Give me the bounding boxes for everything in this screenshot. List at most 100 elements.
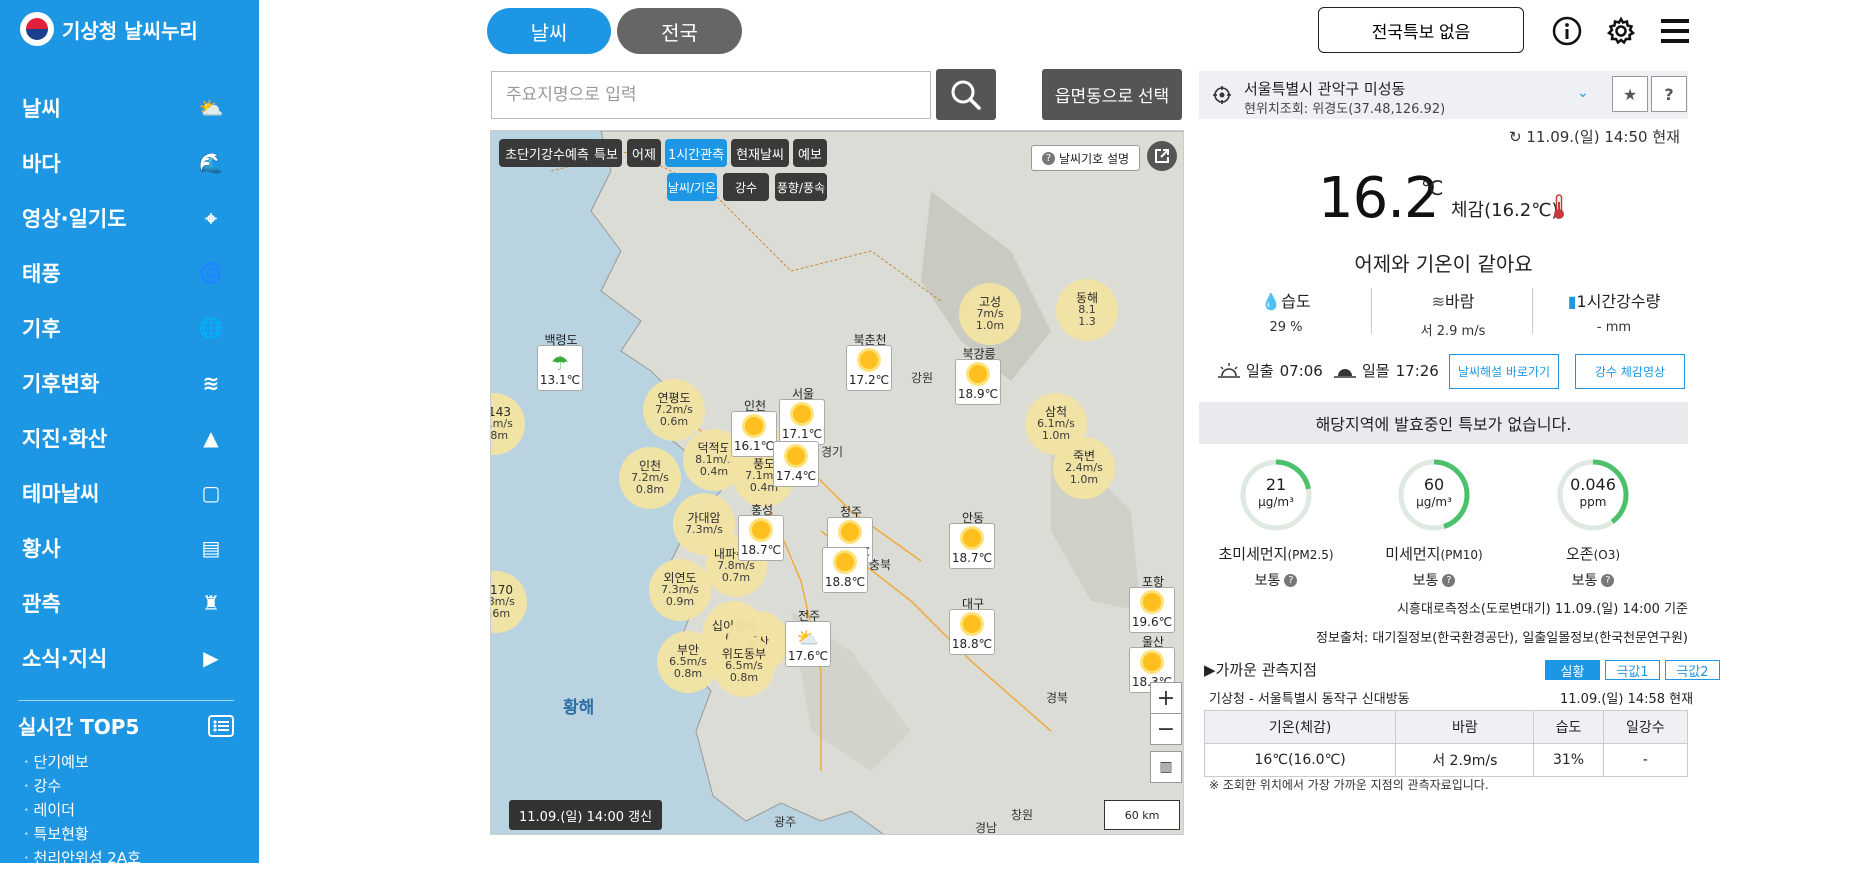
sidebar-item-4[interactable]: 기후 🌐 bbox=[0, 300, 259, 355]
humidity-label: 습도 bbox=[1281, 292, 1311, 311]
question-icon[interactable]: ? bbox=[1284, 573, 1298, 587]
sidebar-item-7[interactable]: 테마날씨 ▢ bbox=[0, 465, 259, 520]
air-quality-gauge: 21 μg/m³ bbox=[1238, 457, 1314, 533]
station-name: 서울 bbox=[791, 387, 815, 401]
search-button[interactable] bbox=[936, 69, 996, 120]
map-tab[interactable]: 예보 bbox=[793, 139, 827, 167]
land-station[interactable]: 17.4℃ bbox=[773, 441, 819, 487]
nationwide-alert-button[interactable]: 전국특보 없음 bbox=[1318, 7, 1524, 53]
external-link-icon[interactable] bbox=[1147, 141, 1177, 171]
sidebar-item-10[interactable]: 소식·지식 ▶ bbox=[0, 630, 259, 685]
sea-station[interactable]: 고성 7m/s 1.0m bbox=[959, 283, 1021, 345]
top5-item[interactable]: · 단기예보 bbox=[18, 750, 234, 774]
tab-nation[interactable]: 전국 bbox=[617, 8, 742, 54]
land-station[interactable]: 북춘천 17.2℃ bbox=[846, 333, 892, 391]
gauge-value: 60 bbox=[1423, 475, 1445, 494]
top5-item[interactable]: · 천리안위성 2A호 bbox=[18, 846, 234, 870]
rain-video-link[interactable]: 강수 체감영상 bbox=[1575, 354, 1685, 389]
tab-weather[interactable]: 날씨 bbox=[487, 8, 611, 54]
land-station[interactable]: 포항 19.6℃ bbox=[1129, 575, 1175, 633]
map-subtab[interactable]: 강수 bbox=[723, 173, 769, 201]
sea-station[interactable]: 죽변 2.4m/s 1.0m bbox=[1053, 437, 1115, 499]
land-station[interactable]: 백령도 ☂ 13.1℃ bbox=[537, 333, 583, 391]
sidebar-item-0[interactable]: 날씨 ⛅ bbox=[0, 80, 259, 135]
nearby-tab[interactable]: 극값1 bbox=[1605, 660, 1660, 680]
region-select-button[interactable]: 읍면동으로 선택 bbox=[1042, 69, 1182, 120]
sidebar-item-3[interactable]: 태풍 🌀 bbox=[0, 245, 259, 300]
sidebar-item-9[interactable]: 관측 ♜ bbox=[0, 575, 259, 630]
land-station[interactable]: 북강릉 18.9℃ bbox=[955, 347, 1001, 405]
question-icon[interactable]: ? bbox=[1601, 573, 1615, 587]
current-location-icon[interactable] bbox=[1213, 86, 1231, 104]
sea-wave: 0.6m bbox=[491, 607, 511, 620]
info-icon[interactable] bbox=[1550, 14, 1584, 48]
map-tab[interactable]: 초단기강수예측 bbox=[499, 139, 595, 167]
top5-item[interactable]: · 특보현황 bbox=[18, 822, 234, 846]
sun-icon bbox=[841, 523, 859, 541]
land-station[interactable]: 안동 18.7℃ bbox=[949, 511, 995, 569]
map-tab[interactable]: 현재날씨 bbox=[731, 139, 789, 167]
land-station[interactable]: 서울 17.1℃ bbox=[779, 387, 825, 445]
nearby-tab[interactable]: 극값2 bbox=[1665, 660, 1720, 680]
location-bar[interactable]: 서울특별시 관악구 미성동 현위치조회: 위경도(37.48,126.92) ⌄… bbox=[1199, 71, 1688, 119]
help-icon[interactable]: ? bbox=[1651, 76, 1687, 112]
menu-icon[interactable] bbox=[1658, 14, 1692, 48]
map-tab[interactable]: 특보 bbox=[590, 139, 622, 167]
weather-symbol-legend-button[interactable]: ? 날씨기호 설명 bbox=[1031, 145, 1141, 171]
sea-station[interactable]: 인천 7.2m/s 0.8m bbox=[619, 447, 681, 509]
land-station[interactable]: 대구 18.8℃ bbox=[949, 597, 995, 655]
nearby-tab[interactable]: 실황 bbox=[1545, 660, 1600, 680]
sidebar-item-5[interactable]: 기후변화 ≋ bbox=[0, 355, 259, 410]
station-temp: 16.1℃ bbox=[733, 439, 775, 453]
realtime-top5: 실시간 TOP5 · 단기예보 · 강수 · 레이더 · 특보현황 · 천리안위성 2A… bbox=[18, 700, 234, 870]
weather-map[interactable]: 강원 경기 충북 경북 경남 광주 창원 황해 고성 7m/s 1.0m 동해 8.1 1… bbox=[490, 130, 1184, 835]
sea-station[interactable]: 동해 8.1 1.3 bbox=[1056, 279, 1118, 341]
star-icon[interactable]: ★ bbox=[1612, 76, 1648, 112]
map-tab[interactable]: 1시간관측 bbox=[665, 139, 727, 167]
logo[interactable]: 기상청 날씨누리 bbox=[20, 12, 198, 46]
table-header: 기온(체감) bbox=[1203, 710, 1397, 744]
sea-station[interactable]: 연평도 7.2m/s 0.6m bbox=[643, 379, 705, 441]
sidebar-item-8[interactable]: 황사 ▤ bbox=[0, 520, 259, 575]
weather-commentary-link[interactable]: 날씨해설 바로가기 bbox=[1449, 354, 1559, 389]
sea-wave: 0.8m bbox=[490, 429, 509, 442]
sea-station[interactable]: 위도동부 6.5m/s 0.8m bbox=[713, 635, 775, 697]
region-label: 경북 bbox=[1046, 691, 1069, 705]
question-icon[interactable]: ? bbox=[1442, 573, 1456, 587]
land-station[interactable]: 전주 ⛅ 17.6℃ bbox=[785, 609, 831, 667]
land-station[interactable]: 홍성 18.7℃ bbox=[738, 503, 784, 561]
rain-label: 1시간강수량 bbox=[1576, 292, 1661, 311]
bag-icon: ▢ bbox=[201, 480, 221, 505]
sea-name-label: 황해 bbox=[563, 698, 595, 718]
land-station[interactable]: 18.8℃ bbox=[822, 547, 868, 593]
sidebar-item-6[interactable]: 지진·화산 ▲ bbox=[0, 410, 259, 465]
top5-item[interactable]: · 강수 bbox=[18, 774, 234, 798]
map-layer-icon[interactable]: ▥ bbox=[1150, 751, 1182, 783]
station-name: 인천 bbox=[743, 399, 767, 413]
thermometer-icon bbox=[1554, 194, 1564, 219]
region-label: 경남 bbox=[975, 821, 998, 835]
map-tab[interactable]: 어제 bbox=[627, 139, 661, 167]
map-subtab[interactable]: 날씨/기온 bbox=[667, 173, 717, 201]
top5-item[interactable]: · 레이더 bbox=[18, 798, 234, 822]
sea-station[interactable]: 부안 6.5m/s 0.8m bbox=[657, 631, 719, 693]
air-quality-name: 초미세먼지(PM2.5) bbox=[1216, 543, 1336, 564]
gear-icon[interactable] bbox=[1604, 14, 1638, 48]
list-icon[interactable] bbox=[208, 714, 234, 737]
sidebar-item-2[interactable]: 영상·일기도 ⌖ bbox=[0, 190, 259, 245]
sidebar-item-1[interactable]: 바다 🌊 bbox=[0, 135, 259, 190]
sea-wave: 0.4m bbox=[699, 465, 729, 478]
location-coords: 현위치조회: 위경도(37.48,126.92) bbox=[1244, 102, 1446, 117]
zoom-out-button[interactable]: − bbox=[1150, 713, 1182, 745]
sea-station[interactable]: 외연도 7.3m/s 0.9m bbox=[649, 559, 711, 621]
umbrella-icon: ☂ bbox=[551, 351, 569, 375]
land-station[interactable]: 인천 16.1℃ bbox=[731, 399, 777, 457]
map-subtab[interactable]: 풍향/풍속 bbox=[775, 173, 827, 201]
chevron-down-icon[interactable]: ⌄ bbox=[1577, 85, 1589, 101]
sea-wave: 1.0m bbox=[1041, 429, 1071, 442]
air-quality-grade: 보통? bbox=[1374, 570, 1494, 590]
globe-icon: 🌐 bbox=[198, 315, 224, 340]
sun-icon bbox=[836, 553, 854, 571]
zoom-in-button[interactable]: + bbox=[1150, 682, 1182, 714]
search-input[interactable] bbox=[491, 71, 931, 119]
